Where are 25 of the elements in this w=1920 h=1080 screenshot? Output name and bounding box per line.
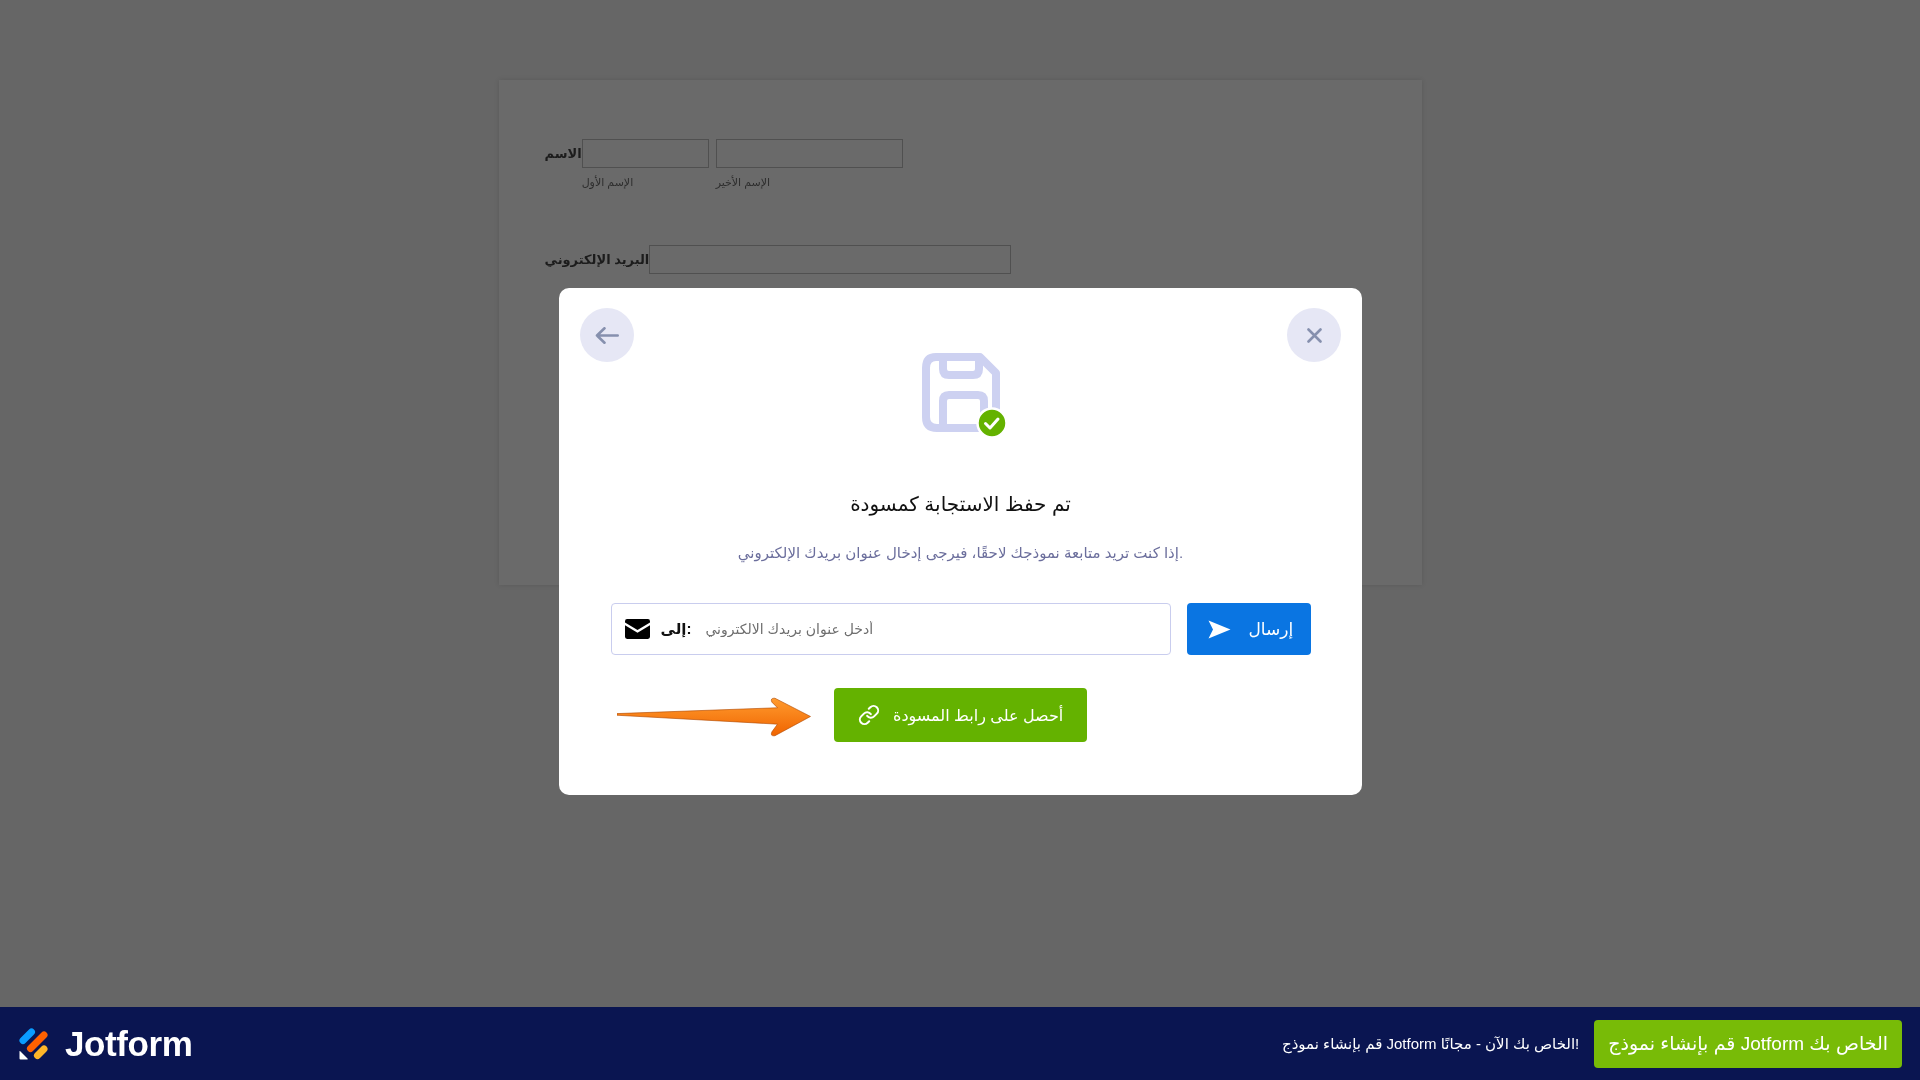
envelope-icon <box>624 619 650 639</box>
pointing-arrow-icon <box>617 697 811 738</box>
brand-name: Jotform <box>65 1023 193 1064</box>
send-button[interactable]: إرسال <box>1186 603 1311 655</box>
email-field[interactable] <box>649 245 1012 274</box>
check-badge-icon <box>975 407 1008 439</box>
logo-icon <box>19 1027 49 1060</box>
field-label: الاسم <box>544 145 582 163</box>
recipient-label: إلى: <box>660 620 692 638</box>
field-sublabel: الإسم الأخير <box>715 175 771 189</box>
name-field[interactable] <box>715 139 903 168</box>
field-label: البريد الإلكتروني <box>544 251 650 269</box>
create-form-button[interactable]: قم بإنشاء نموذج Jotform الخاص بك <box>1594 1019 1902 1068</box>
draft-link-button[interactable]: أحصل على رابط المسودة <box>834 688 1087 742</box>
close-button[interactable] <box>1287 308 1341 362</box>
name-field[interactable] <box>581 139 709 168</box>
promo-text: قم بإنشاء نموذج Jotform الخاص بك الآن - مجانًا! <box>1282 1034 1580 1053</box>
close-icon <box>1306 327 1322 343</box>
dialog-title: تم حفظ الاستجابة كمسودة <box>850 492 1071 518</box>
field-sublabel: الإسم الأول <box>581 175 634 189</box>
back-button[interactable] <box>580 308 634 362</box>
send-icon <box>1207 619 1231 639</box>
dialog-message: إذا كنت تريد متابعة نموذجك لاحقًا، فيرجى إدخال عنوان بريدك الإلكتروني. <box>737 543 1184 564</box>
left-arrow-icon <box>595 326 619 344</box>
link-icon <box>858 704 880 726</box>
